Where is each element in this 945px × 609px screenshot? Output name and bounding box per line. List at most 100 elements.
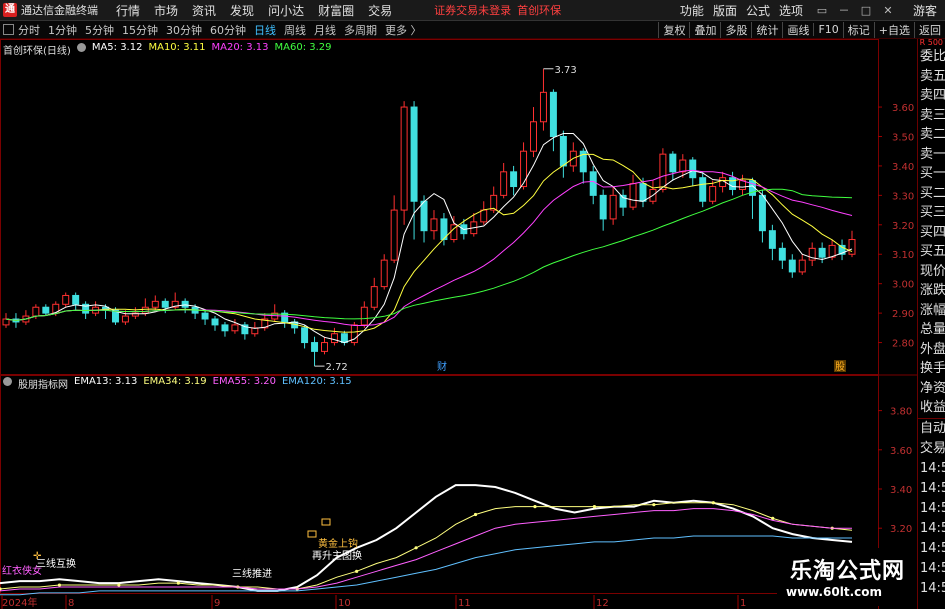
menubar-right: 功能 版面 公式 选项 ▭ － □ ✕ 游客	[671, 2, 945, 19]
menu-item-news[interactable]: 资讯	[192, 2, 216, 19]
candle-down	[699, 177, 707, 202]
ma5-label: MA5: 3.12	[91, 42, 143, 53]
tool-add-watchlist[interactable]: +自选	[873, 21, 914, 38]
quote-sub-panel: 自动交易 14:56 14:56 14:56 14:56 14:56 14:56 14:56	[918, 417, 945, 599]
candle-up	[539, 91, 547, 123]
login-status[interactable]: 证券交易未登录	[434, 2, 511, 18]
period-multi[interactable]: 多周期	[344, 22, 377, 38]
period-30min[interactable]: 30分钟	[166, 22, 202, 38]
candle-down	[420, 200, 428, 232]
candle-down	[221, 324, 229, 332]
period-15min[interactable]: 15分钟	[122, 22, 158, 38]
minimize-icon[interactable]: －	[833, 2, 855, 18]
quote-row-label: 换手	[920, 361, 945, 376]
candle-up	[430, 218, 438, 232]
candle-up	[151, 300, 159, 308]
candle-down	[301, 327, 309, 344]
date-tick-label: 1	[740, 598, 746, 609]
period-monthly[interactable]: 月线	[314, 22, 336, 38]
quote-row-label: 买三	[920, 205, 945, 220]
candle-up	[121, 315, 129, 323]
grid-icon[interactable]	[3, 24, 14, 35]
quote-row-label: 现价	[920, 263, 945, 279]
period-60min[interactable]: 60分钟	[210, 22, 246, 38]
tool-adjust[interactable]: 复权	[658, 21, 689, 38]
candle-down	[42, 306, 50, 314]
tool-back[interactable]: 返回	[914, 21, 945, 38]
indicator-settings-icon[interactable]	[76, 43, 86, 52]
indicator-tick-label: 3.80	[890, 407, 912, 418]
candle-up	[370, 286, 378, 308]
period-more[interactable]: 更多 〉	[385, 22, 422, 38]
menu-item-discover[interactable]: 发现	[230, 2, 254, 19]
restore-window-icon[interactable]: ▭	[811, 4, 833, 17]
tool-multi-stock[interactable]: 多股	[720, 21, 751, 38]
candle-down	[639, 183, 647, 202]
menu-item-market[interactable]: 市场	[154, 2, 178, 19]
ema34-dot	[771, 516, 775, 520]
tool-f10[interactable]: F10	[813, 23, 842, 36]
candle-down	[201, 312, 209, 320]
menu-item-quotes[interactable]: 行情	[116, 2, 140, 19]
period-weekly[interactable]: 周线	[284, 22, 306, 38]
candle-down	[161, 300, 169, 308]
tool-stats[interactable]: 统计	[751, 21, 782, 38]
date-tick-label: 9	[214, 598, 220, 609]
guest-button[interactable]: 游客	[913, 2, 937, 19]
period-1min[interactable]: 1分钟	[48, 22, 77, 38]
indicator-tick-label: 3.40	[890, 485, 912, 496]
tool-draw[interactable]: 画线	[782, 21, 813, 38]
candle-down	[689, 159, 697, 179]
menu-item-layout[interactable]: 版面	[713, 2, 737, 19]
trade-tick-time: 14:56	[920, 500, 945, 516]
ma10-label: MA10: 3.11	[148, 42, 206, 53]
quote-row-label: 买五	[920, 244, 945, 259]
indicator-title: 股朋指标网	[18, 380, 68, 391]
period-5min[interactable]: 5分钟	[85, 22, 114, 38]
quote-row-label: 卖三	[920, 107, 945, 123]
period-intraday[interactable]: 分时	[18, 22, 40, 38]
quote-row-label: 委比	[920, 49, 945, 64]
tool-overlay[interactable]: 叠加	[689, 21, 720, 38]
menu-item-function[interactable]: 功能	[680, 2, 704, 19]
ema34-dot	[117, 583, 121, 587]
close-icon[interactable]: ✕	[877, 4, 899, 17]
candle-up	[360, 306, 368, 326]
trade-tick-time: 14:56	[920, 560, 945, 576]
candle-up	[2, 318, 10, 326]
period-toolbar: 分时 1分钟 5分钟 15分钟 30分钟 60分钟 日线 周线 月线 多周期 更…	[0, 21, 945, 39]
ema34-dot	[57, 583, 62, 587]
ma-legend: 首创环保(日线) MA5: 3.12 MA10: 3.11 MA20: 3.13…	[3, 42, 332, 57]
app-title: 通达信金融终端	[21, 4, 98, 17]
maximize-icon[interactable]: □	[855, 4, 877, 17]
date-tick-label: 12	[596, 598, 609, 609]
quote-row-label: 买四	[920, 224, 945, 240]
quote-row-label: 买一	[920, 166, 945, 181]
menu-item-wealth[interactable]: 财富圈	[318, 2, 354, 19]
ema13-label: EMA13: 3.13	[74, 376, 138, 387]
finance-report-marker: 财	[437, 360, 447, 373]
price-tick-label: 3.20	[892, 221, 914, 232]
menu-item-formula[interactable]: 公式	[746, 2, 770, 19]
indicator-settings-icon[interactable]	[3, 377, 12, 386]
stock-period-title: 首创环保(日线)	[3, 46, 71, 57]
period-daily[interactable]: 日线	[254, 22, 276, 38]
candle-up	[500, 171, 508, 196]
quote-row-label: 买二	[920, 185, 945, 201]
signal-label-tuijin: 三线推进	[232, 567, 272, 580]
candle-up	[709, 186, 717, 202]
date-tick-label: 10	[338, 598, 351, 609]
candle-up	[629, 183, 637, 208]
candle-down	[589, 171, 597, 196]
menu-item-options[interactable]: 选项	[779, 2, 803, 19]
candle-up	[848, 239, 856, 255]
ema120-line	[0, 535, 852, 596]
stock-chart[interactable]: 3.60 3.50 3.40 3.30 3.20 3.10 3.00 2.90 2.80 3.73…	[0, 39, 917, 609]
menu-item-trade[interactable]: 交易	[368, 2, 392, 19]
tool-mark[interactable]: 标记	[842, 21, 874, 38]
quote-panel-top: R 500	[919, 39, 943, 47]
trade-tick-time: 14:56	[920, 580, 945, 596]
menu-item-ask[interactable]: 问小达	[268, 2, 304, 19]
candle-down	[549, 91, 557, 137]
ma60-label: MA60: 3.29	[274, 42, 332, 53]
